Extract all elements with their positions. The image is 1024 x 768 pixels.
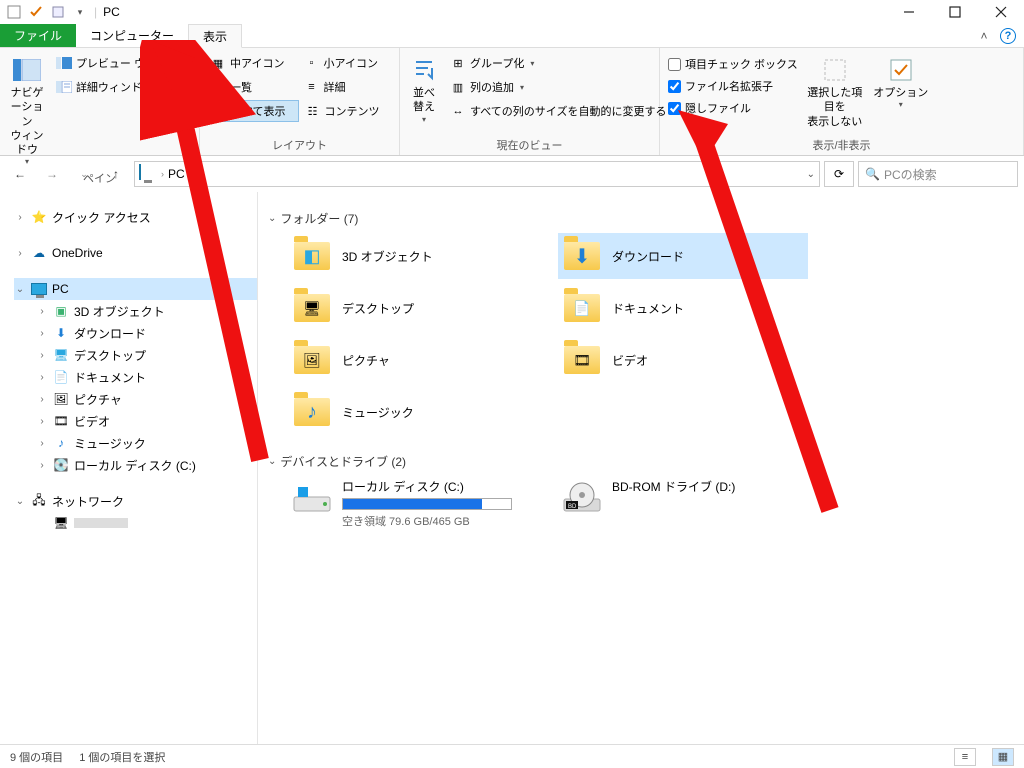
- hide-selected-icon: [819, 56, 851, 84]
- folder-desktop[interactable]: 🖥デスクトップ: [288, 285, 538, 331]
- add-columns-icon: ▥: [450, 79, 466, 95]
- close-button[interactable]: [978, 0, 1024, 24]
- layout-content[interactable]: ☷コンテンツ: [303, 100, 392, 122]
- drive-local-c[interactable]: ローカル ディスク (C:) 空き領域 79.6 GB/465 GB: [288, 476, 538, 526]
- optical-drive-icon: BD: [562, 478, 602, 518]
- qat-new-icon[interactable]: [48, 2, 68, 22]
- search-box[interactable]: 🔍 PCの検索: [858, 161, 1018, 187]
- help-icon[interactable]: ?: [1000, 28, 1016, 44]
- folder-icon: ⬇: [562, 236, 602, 276]
- autosize-columns-button[interactable]: ↔すべての列のサイズを自動的に変更する: [448, 100, 668, 122]
- annotation-arrow-2: [670, 110, 850, 530]
- disk-icon: 💽: [52, 456, 70, 474]
- options-icon: [885, 56, 917, 84]
- preview-pane-icon: [56, 55, 72, 71]
- tiles-view-toggle[interactable]: ▦: [992, 748, 1014, 766]
- group-by-button[interactable]: ⊞グループ化▾: [448, 52, 668, 74]
- computer-icon: 🖥: [52, 514, 70, 532]
- folder-icon: 🖼: [292, 340, 332, 380]
- qat-dropdown-icon[interactable]: ▾: [70, 2, 90, 22]
- music-icon: ♪: [52, 434, 70, 452]
- details-icon: ≡: [304, 79, 320, 95]
- autosize-icon: ↔: [450, 103, 466, 119]
- svg-text:BD: BD: [568, 504, 577, 510]
- status-item-count: 9 個の項目: [10, 749, 63, 765]
- drive-c-usage-bar: [342, 498, 512, 510]
- pc-tree-icon: [30, 280, 48, 298]
- up-button[interactable]: ↑: [102, 160, 130, 188]
- details-view-toggle[interactable]: ≡: [954, 748, 976, 766]
- folder-icon: ◧: [292, 236, 332, 276]
- group-current-view-label: 現在のビュー: [408, 135, 651, 153]
- sort-icon: [408, 56, 440, 84]
- window-title: PC: [103, 5, 120, 19]
- minimize-button[interactable]: [886, 0, 932, 24]
- title-bar: ▾ | PC: [0, 0, 1024, 24]
- options-button[interactable]: オプション ▾: [872, 52, 930, 111]
- status-bar: 9 個の項目 1 個の項目を選択 ≡ ▦: [0, 744, 1024, 768]
- navigation-pane-label: ナビゲーション ウィンドウ: [8, 86, 46, 157]
- folder-music[interactable]: ♪ミュージック: [288, 389, 538, 435]
- navigation-pane-icon: [11, 56, 43, 84]
- folder-icon: ♪: [292, 392, 332, 432]
- content-area: ⌄フォルダー (7) ◧3D オブジェクト ⬇ダウンロード 🖥デスクトップ 📄ド…: [258, 192, 1024, 744]
- add-columns-button[interactable]: ▥列の追加▾: [448, 76, 668, 98]
- picture-icon: 🖼: [52, 390, 70, 408]
- folder-pictures[interactable]: 🖼ピクチャ: [288, 337, 538, 383]
- details-pane-icon: [56, 79, 72, 95]
- file-extensions-toggle[interactable]: ファイル名拡張子: [668, 76, 798, 96]
- cube-icon: ▣: [52, 302, 70, 320]
- folders-section-header[interactable]: ⌄フォルダー (7): [268, 210, 1014, 227]
- qat-check-icon[interactable]: [26, 2, 46, 22]
- search-placeholder: PCの検索: [884, 166, 937, 183]
- desktop-icon: 🖥: [52, 346, 70, 364]
- cloud-icon: ☁: [30, 244, 48, 262]
- forward-button[interactable]: →: [38, 160, 66, 188]
- folder-3d-objects[interactable]: ◧3D オブジェクト: [288, 233, 538, 279]
- drives-section-header[interactable]: ⌄デバイスとドライブ (2): [268, 453, 1014, 470]
- sort-label: 並べ替え: [408, 86, 440, 115]
- status-selection: 1 個の項目を選択: [79, 749, 165, 765]
- folder-icon: 🖥: [292, 288, 332, 328]
- download-icon: ⬇: [52, 324, 70, 342]
- item-checkboxes-toggle[interactable]: 項目チェック ボックス: [668, 54, 798, 74]
- small-icons-icon: ▫: [304, 55, 320, 71]
- search-icon: 🔍: [865, 167, 880, 181]
- recent-locations-button[interactable]: ⌄: [70, 160, 98, 188]
- layout-details[interactable]: ≡詳細: [302, 76, 392, 98]
- hdd-icon: [292, 478, 332, 518]
- qat-properties-icon[interactable]: [4, 2, 24, 22]
- content-icon: ☷: [305, 103, 321, 119]
- collapse-ribbon-icon[interactable]: ˄: [972, 24, 996, 47]
- tab-file[interactable]: ファイル: [0, 24, 76, 47]
- document-icon: 📄: [52, 368, 70, 386]
- annotation-arrow-1: [140, 40, 280, 480]
- drive-c-free-space: 空き領域 79.6 GB/465 GB: [342, 513, 512, 529]
- folder-icon: 🎞: [562, 340, 602, 380]
- sort-button[interactable]: 並べ替え ▾: [408, 52, 440, 125]
- back-button[interactable]: ←: [6, 160, 34, 188]
- group-by-icon: ⊞: [450, 55, 466, 71]
- tree-network[interactable]: ⌄🖧ネットワーク: [14, 490, 257, 512]
- network-icon: 🖧: [30, 492, 48, 510]
- drive-c-name: ローカル ディスク (C:): [342, 478, 512, 495]
- folder-icon: 📄: [562, 288, 602, 328]
- video-icon: 🎞: [52, 412, 70, 430]
- navigation-pane-button[interactable]: ナビゲーション ウィンドウ ▾: [8, 52, 46, 168]
- tree-network-computer[interactable]: 🖥: [36, 512, 257, 534]
- star-icon: ⭐: [30, 208, 48, 226]
- layout-small-icons[interactable]: ▫小アイコン: [302, 52, 392, 74]
- options-label: オプション: [873, 86, 928, 100]
- maximize-button[interactable]: [932, 0, 978, 24]
